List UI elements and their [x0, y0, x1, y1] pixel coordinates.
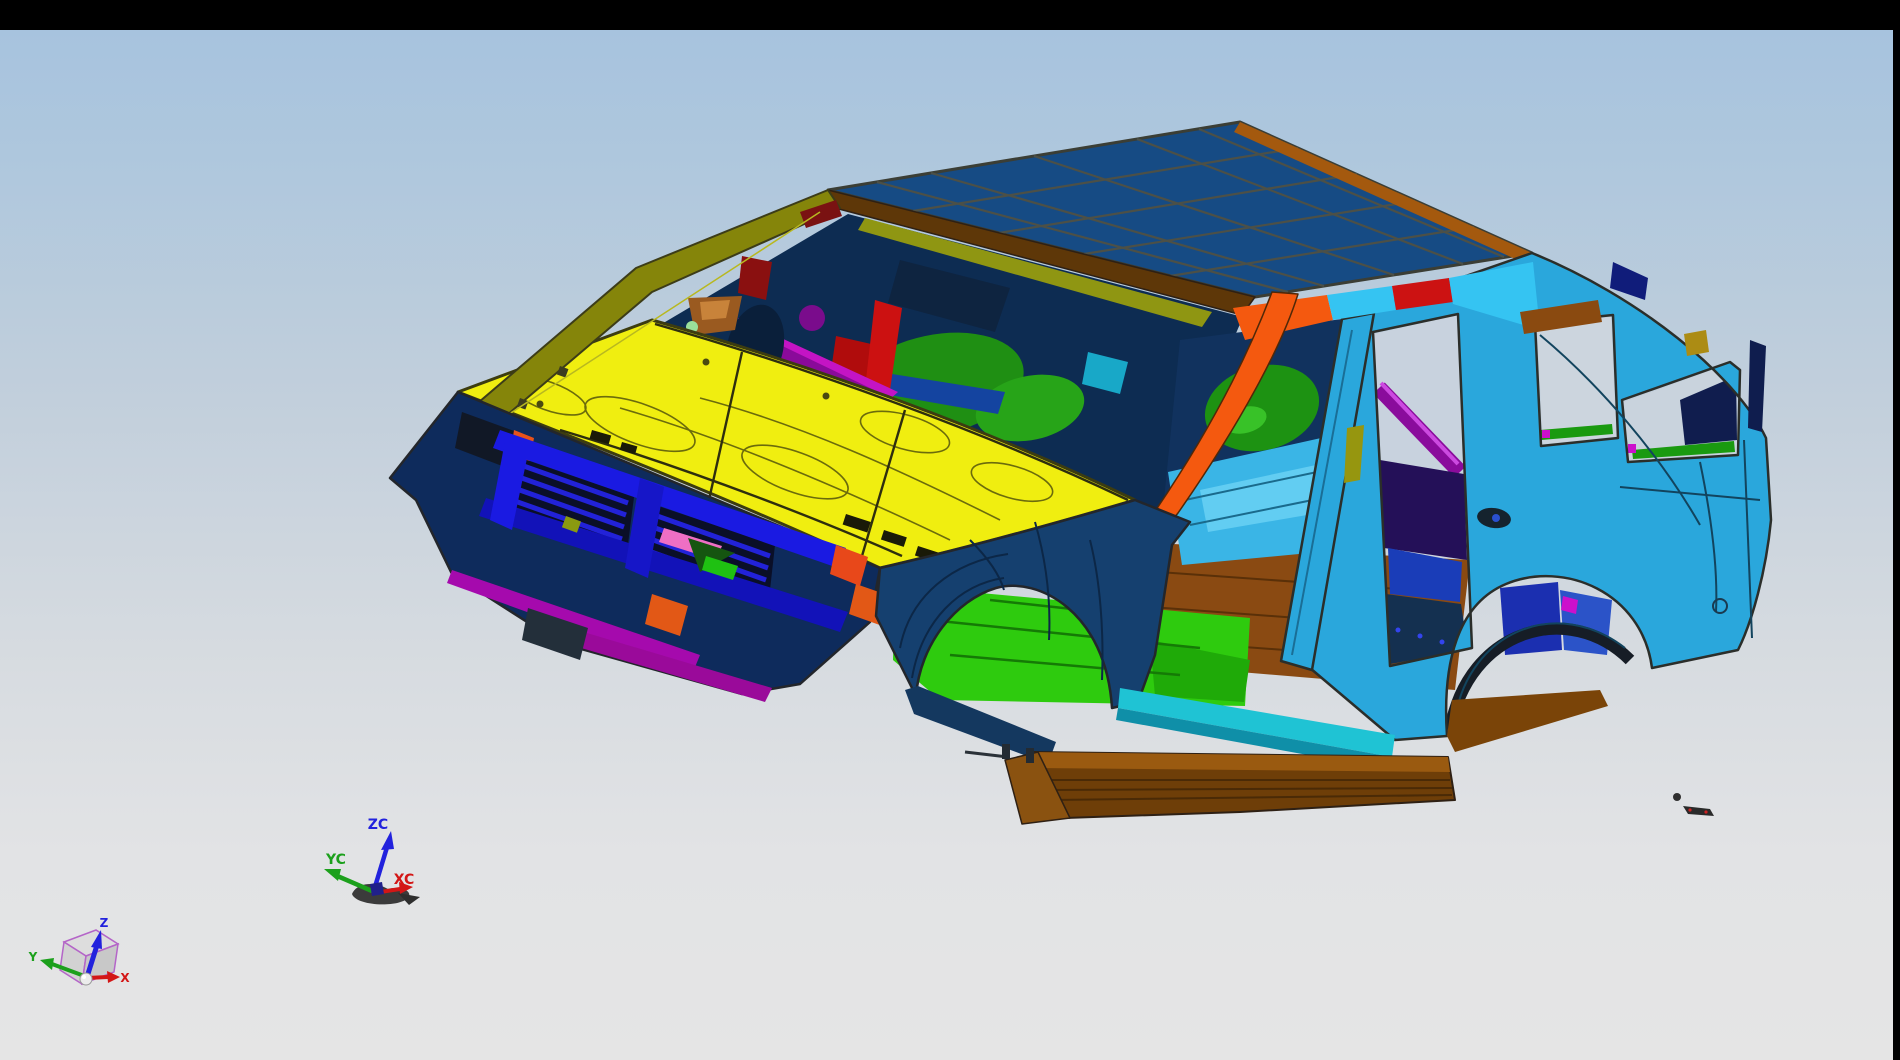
wcs-origin[interactable] [370, 882, 384, 896]
debris-red-dot [1688, 808, 1691, 811]
debris-red-dot [1704, 810, 1707, 813]
rivet-dot [1440, 640, 1445, 645]
wcs-triad[interactable]: ZC YC XC [324, 817, 420, 905]
copper-highlight [700, 300, 730, 320]
z-label: Z [100, 916, 109, 930]
hood-dot [823, 393, 830, 400]
tow-rod [965, 752, 1008, 757]
loose-parts[interactable] [1673, 793, 1714, 816]
qwin1-magenta-dot [1542, 430, 1550, 438]
zc-label: ZC [368, 817, 388, 833]
origin-sphere[interactable] [80, 973, 92, 985]
x-label: X [120, 971, 130, 985]
d-pillar-channel [1748, 340, 1766, 432]
interior-purple-blob [799, 305, 825, 331]
debris-dot[interactable] [1673, 793, 1681, 801]
rivet-dot [1396, 628, 1401, 633]
handle-dot [1492, 514, 1500, 522]
datum-csys[interactable]: Z Y X [28, 916, 131, 985]
rivet-dot [1418, 634, 1423, 639]
rear-sill-brown [1447, 690, 1608, 752]
yc-axis-shaft[interactable] [335, 875, 372, 891]
qwin2-magenta-dot [1628, 444, 1636, 453]
y-label: Y [28, 950, 38, 964]
yc-label: YC [325, 852, 346, 868]
y-axis-head [40, 958, 54, 970]
suv-body-model[interactable] [390, 122, 1771, 824]
xc-label: XC [394, 872, 415, 888]
d-pillar-tan-tab [1684, 330, 1709, 356]
application-window: ZC YC XC Z Y X [0, 0, 1900, 1060]
zc-axis-head [381, 831, 394, 850]
hood-dot [537, 401, 544, 408]
tow-hook2 [1026, 748, 1034, 763]
yc-axis-head [324, 869, 341, 881]
cad-canvas[interactable]: ZC YC XC Z Y X [0, 0, 1900, 1060]
origin-sphere-highlight [82, 975, 86, 979]
debris-bar[interactable] [1683, 806, 1714, 816]
tow-hook1 [1002, 744, 1010, 759]
hood-dot [703, 359, 710, 366]
rear-door-indigo [1380, 460, 1467, 560]
